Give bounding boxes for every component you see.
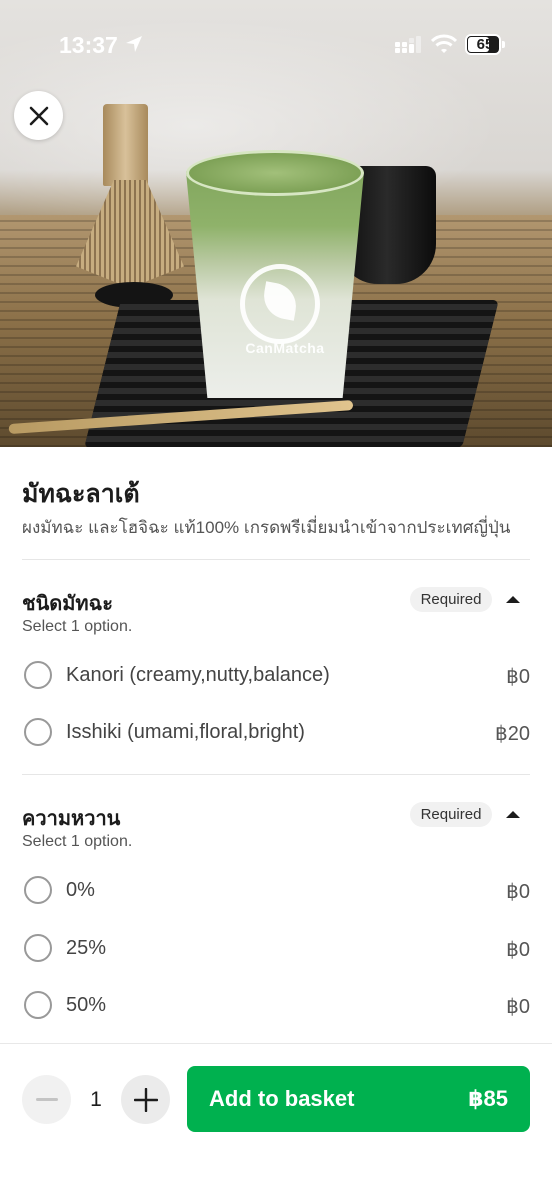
- option-price: ฿0: [506, 939, 530, 961]
- close-button[interactable]: [14, 91, 63, 140]
- basket-total-price: ฿85: [468, 1086, 508, 1111]
- status-bar: 13:37 65: [0, 0, 552, 90]
- add-to-basket-label: Add to basket: [209, 1086, 355, 1111]
- section-title-sweetness: ความหวาน: [22, 808, 121, 830]
- option-price: ฿20: [495, 723, 530, 745]
- option-label: 25%: [66, 937, 107, 959]
- required-badge: Required: [410, 587, 492, 612]
- brand-logo-text: CanMatcha: [245, 340, 325, 356]
- battery-cap: [502, 41, 505, 48]
- section-subtitle: Select 1 option.: [22, 833, 133, 850]
- required-badge: Required: [410, 802, 492, 827]
- radio-button[interactable]: [24, 876, 52, 904]
- section-subtitle: Select 1 option.: [22, 618, 133, 635]
- close-icon: [29, 106, 48, 125]
- divider: [22, 774, 530, 775]
- option-row-isshiki[interactable]: Isshiki (umami,floral,bright) ฿20: [22, 712, 530, 752]
- item-title: มัทฉะลาเต้: [22, 480, 140, 508]
- item-description: ผงมัทฉะ และโฮจิฉะ แท้100% เกรดพรีเมี่ยมน…: [22, 518, 511, 537]
- battery-icon: 65: [465, 34, 505, 55]
- caret-up-icon[interactable]: [505, 809, 521, 819]
- minus-icon: [35, 1097, 58, 1101]
- option-label: 50%: [66, 994, 107, 1016]
- location-arrow-icon: [126, 36, 142, 52]
- section-title-matcha-type: ชนิดมัทฉะ: [22, 593, 113, 615]
- signal-icon: [395, 36, 421, 53]
- decrease-quantity-button[interactable]: [22, 1075, 71, 1124]
- caret-up-icon[interactable]: [505, 594, 521, 604]
- increase-quantity-button[interactable]: [121, 1075, 170, 1124]
- status-time: 13:37: [59, 32, 118, 58]
- option-price: ฿0: [506, 881, 530, 903]
- cup-rim: [186, 150, 364, 196]
- radio-button[interactable]: [24, 991, 52, 1019]
- option-row-sweet-50[interactable]: 50% ฿0: [22, 985, 530, 1025]
- radio-button[interactable]: [24, 718, 52, 746]
- quantity-value: 1: [90, 1088, 102, 1111]
- battery-percent: 65: [476, 36, 494, 53]
- option-label: 0%: [66, 879, 95, 901]
- battery-body: 65: [465, 34, 501, 55]
- option-price: ฿0: [506, 666, 530, 688]
- option-price: ฿0: [506, 996, 530, 1018]
- wifi-icon: [431, 34, 457, 53]
- whisk-handle: [103, 104, 148, 186]
- plus-icon: [133, 1087, 158, 1112]
- option-label: Isshiki (umami,floral,bright): [66, 721, 305, 743]
- divider: [22, 559, 530, 560]
- radio-button[interactable]: [24, 934, 52, 962]
- option-row-kanori[interactable]: Kanori (creamy,nutty,balance) ฿0: [22, 655, 530, 695]
- add-to-basket-button[interactable]: Add to basket ฿85: [187, 1066, 530, 1132]
- option-row-sweet-0[interactable]: 0% ฿0: [22, 870, 530, 910]
- option-label: Kanori (creamy,nutty,balance): [66, 664, 330, 686]
- radio-button[interactable]: [24, 661, 52, 689]
- option-row-sweet-25[interactable]: 25% ฿0: [22, 928, 530, 968]
